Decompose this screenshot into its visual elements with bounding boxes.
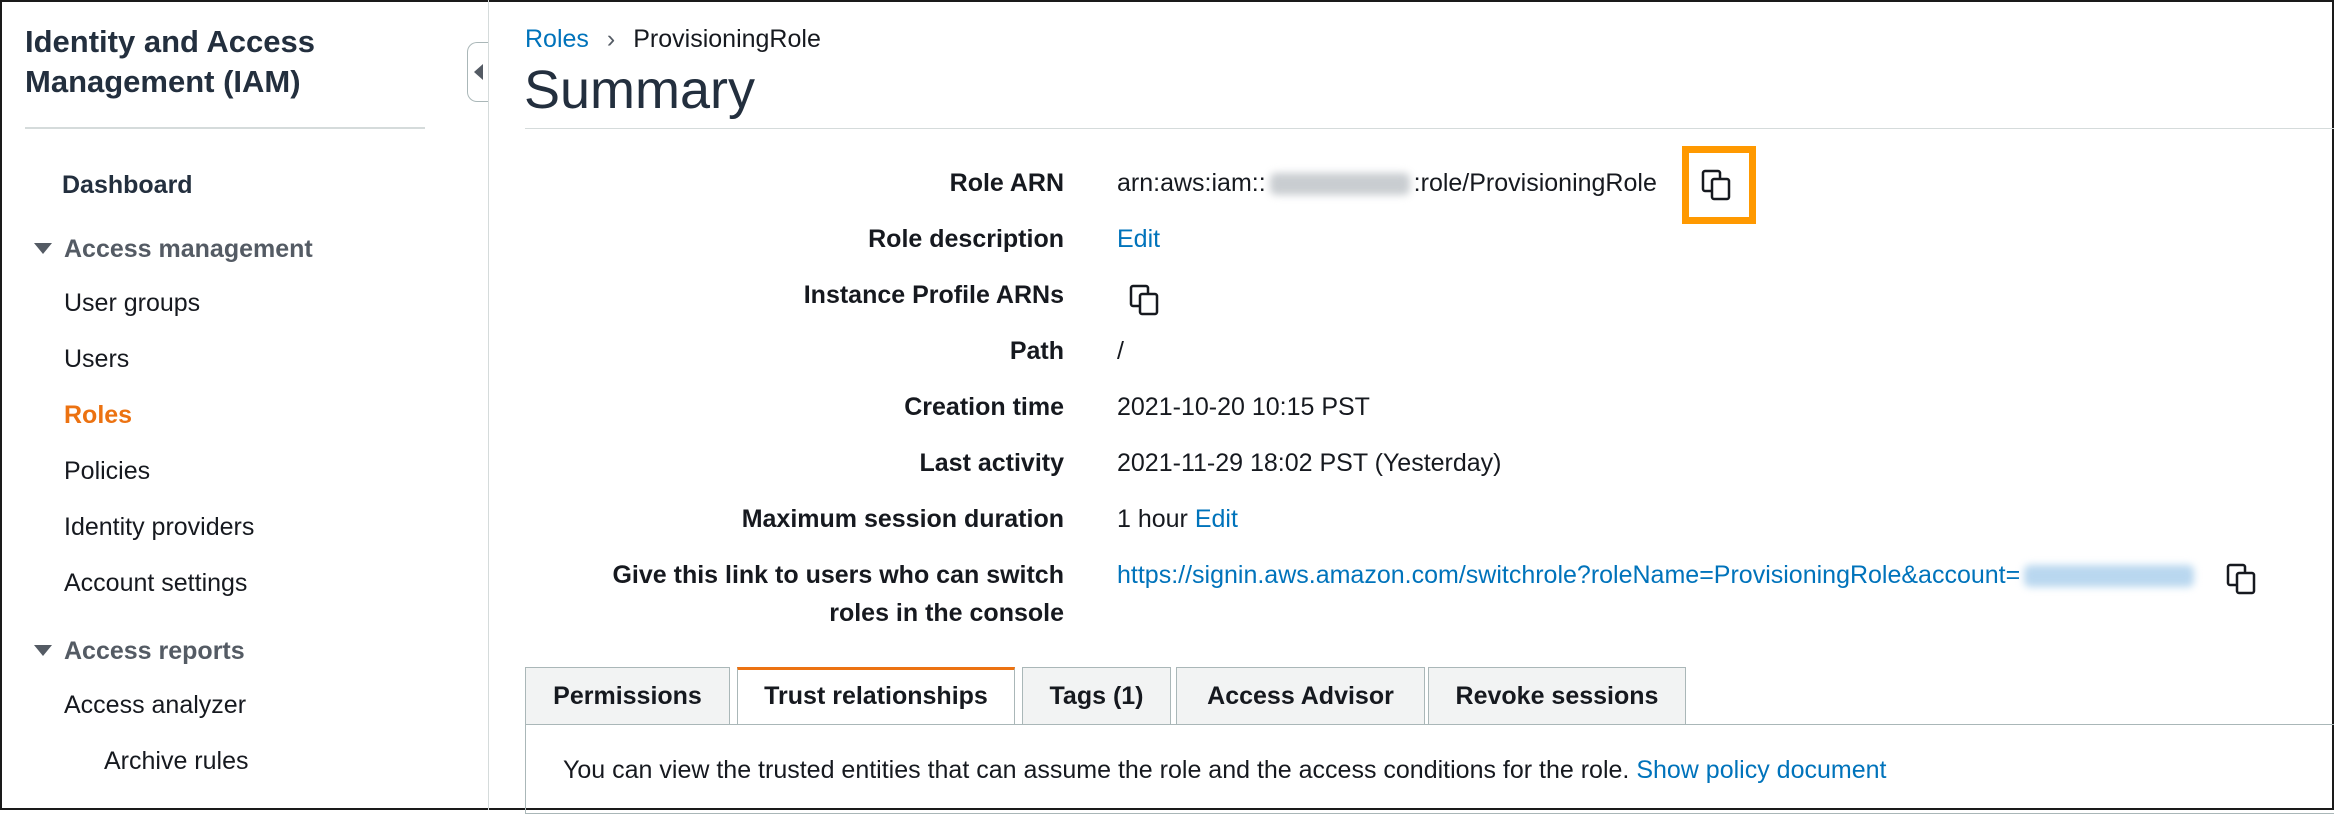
role-description-label: Role description [868, 225, 1064, 253]
sidebar-item-dashboard[interactable]: Dashboard [62, 170, 193, 200]
max-session-value: 1 hour Edit [1117, 500, 1238, 538]
copy-instance-profile-icon[interactable] [1125, 280, 1165, 320]
redacted-account-id [1269, 173, 1410, 196]
sidebar-section-label: Access reports [64, 637, 245, 665]
creation-time-value: 2021-10-20 10:15 PST [1117, 393, 1370, 421]
copy-switch-link-icon[interactable] [2222, 559, 2262, 599]
max-session-label: Maximum session duration [741, 505, 1064, 533]
chevron-right-icon: › [606, 25, 616, 53]
tab-access-advisor[interactable]: Access Advisor [1176, 667, 1425, 724]
show-policy-document-link[interactable]: Show policy document [1636, 756, 1886, 784]
last-activity-value: 2021-11-29 18:02 PST (Yesterday) [1117, 449, 1502, 477]
breadcrumb: Roles › ProvisioningRole [525, 24, 821, 54]
role-arn-label: Role ARN [949, 169, 1064, 197]
caret-down-icon [34, 644, 52, 656]
switch-link-label-line1: Give this link to users who can switch [612, 561, 1064, 589]
title-divider [525, 128, 2334, 129]
sidebar-divider [25, 127, 425, 129]
sidebar-item-roles[interactable]: Roles [64, 400, 132, 430]
role-arn-suffix: :role/ProvisioningRole [1413, 169, 1657, 197]
switch-link-label: Give this link to users who can switch r… [364, 556, 1064, 632]
switch-link-label-line2: roles in the console [829, 599, 1064, 627]
path-label: Path [1009, 337, 1064, 365]
copy-role-arn-icon[interactable] [1697, 165, 1737, 205]
switch-role-link-row: https://signin.aws.amazon.com/switchrole… [1117, 556, 2198, 594]
tab-permissions[interactable]: Permissions [525, 667, 730, 724]
caret-down-icon [34, 242, 52, 254]
creation-time-label: Creation time [904, 393, 1064, 421]
tab-trust-relationships[interactable]: Trust relationships [737, 667, 1015, 725]
caret-left-icon [474, 64, 483, 80]
trust-panel-text: You can view the trusted entities that c… [563, 756, 1630, 784]
sidebar-item-identity-providers[interactable]: Identity providers [64, 512, 254, 542]
tab-revoke-sessions[interactable]: Revoke sessions [1428, 667, 1686, 724]
trust-panel-description: You can view the trusted entities that c… [563, 755, 1886, 785]
trust-relationships-panel: You can view the trusted entities that c… [525, 724, 2334, 814]
edit-max-session-link[interactable]: Edit [1195, 505, 1238, 533]
edit-role-description-link[interactable]: Edit [1117, 220, 1160, 258]
sidebar-section-access-management[interactable]: Access management [34, 234, 313, 264]
sidebar-item-access-analyzer[interactable]: Access analyzer [64, 690, 246, 720]
collapse-sidebar-button[interactable] [467, 42, 488, 102]
sidebar-item-archive-rules[interactable]: Archive rules [104, 746, 249, 776]
sidebar-item-account-settings[interactable]: Account settings [64, 568, 247, 598]
role-arn-prefix: arn:aws:iam:: [1117, 169, 1266, 197]
sidebar-section-access-reports[interactable]: Access reports [34, 636, 245, 666]
sidebar-title: Identity and Access Management (IAM) [25, 24, 316, 99]
sidebar-section-label: Access management [64, 235, 313, 263]
breadcrumb-link-roles[interactable]: Roles [525, 25, 589, 53]
redacted-account-id [2024, 565, 2195, 588]
instance-profile-label: Instance Profile ARNs [803, 281, 1064, 309]
role-arn-value: arn:aws:iam:::role/ProvisioningRole [1117, 164, 1657, 202]
last-activity-label: Last activity [919, 449, 1064, 477]
max-session-duration: 1 hour [1117, 505, 1188, 533]
breadcrumb-current: ProvisioningRole [633, 25, 821, 53]
sidebar-item-user-groups[interactable]: User groups [64, 288, 200, 318]
sidebar-item-users[interactable]: Users [64, 344, 129, 374]
switch-role-link[interactable]: https://signin.aws.amazon.com/switchrole… [1117, 561, 2020, 589]
tab-tags[interactable]: Tags (1) [1022, 667, 1171, 724]
sidebar-item-policies[interactable]: Policies [64, 456, 150, 486]
page-title: Summary [524, 60, 756, 120]
path-value: / [1117, 337, 1124, 365]
